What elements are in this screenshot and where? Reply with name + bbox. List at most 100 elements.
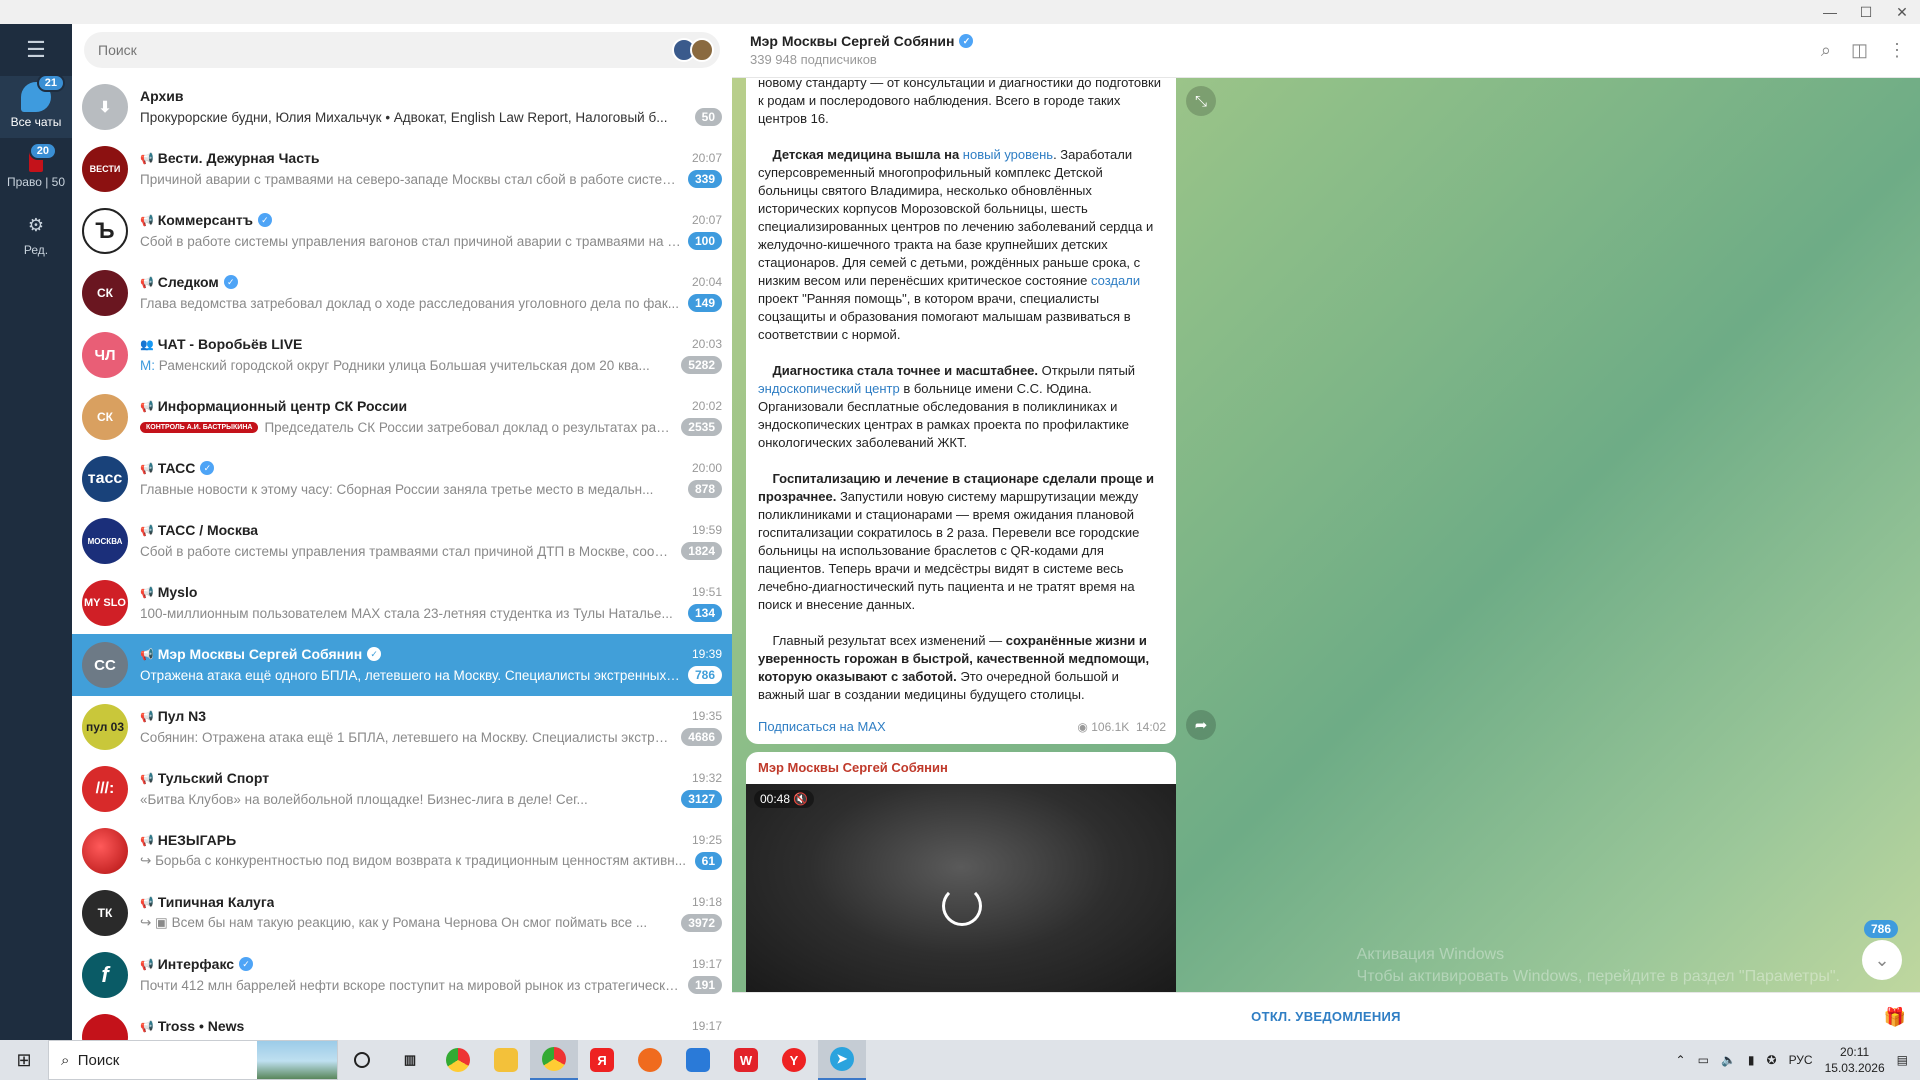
chat-name: ТАСС / Москва: [157, 522, 259, 538]
chat-avatar: СС: [82, 642, 128, 688]
folder-pravo[interactable]: 20 Право | 50: [0, 138, 72, 204]
forward-icon[interactable]: ➦: [1186, 710, 1216, 740]
video-post[interactable]: Мэр Москвы Сергей Собянин 00:48 🔇: [746, 752, 1176, 992]
chevron-up-icon[interactable]: ⌃: [1676, 1053, 1686, 1067]
battery-icon[interactable]: ▮: [1748, 1053, 1755, 1067]
post-paragraph: Диагностика стала точнее и масштабнее. О…: [758, 363, 1136, 450]
sidebar-toggle-icon[interactable]: ◫: [1851, 40, 1868, 61]
subscribe-link[interactable]: Подписаться на MAX: [758, 718, 886, 736]
chat-row[interactable]: пул 03 📢 Пул N3 19:35 Собянин: Отражена ат…: [72, 696, 732, 758]
norton-icon[interactable]: ✪: [1767, 1053, 1777, 1067]
chat-row-archive[interactable]: ⬇ Архив Прокурорские будни, Юлия Михальч…: [72, 76, 732, 138]
video-player[interactable]: 00:48 🔇: [746, 784, 1176, 992]
chat-row[interactable]: ЧЛ 👥 ЧАТ - Воробьёв LIVE 20:03 М: Раменски…: [72, 324, 732, 386]
chat-row[interactable]: ТК 📢 Типичная Калуга 19:18 ↪ ▣ Всем бы нам…: [72, 882, 732, 944]
telegram-icon[interactable]: ➤: [818, 1040, 866, 1080]
search-icon[interactable]: ⌕: [1821, 40, 1831, 61]
taskbar-search[interactable]: ⌕ Поиск: [48, 1040, 338, 1080]
chat-name: Вести. Дежурная Часть: [157, 150, 320, 166]
chat-panel: Мэр Москвы Сергей Собянин ✓ 339 948 подпи…: [732, 24, 1920, 1040]
folder-all-chats[interactable]: 21 Все чаты: [0, 74, 72, 138]
sliders-icon: ⚙: [27, 214, 45, 235]
search-highlight-image: [257, 1041, 337, 1079]
folder-edit[interactable]: ⚙ Ред.: [0, 204, 72, 258]
chat-time: 19:32: [691, 771, 722, 785]
collapse-icon[interactable]: ⤡: [1186, 86, 1216, 116]
chat-name: Мэр Москвы Сергей Собянин: [157, 646, 363, 662]
subscriber-count: 339 948 подписчиков: [750, 52, 877, 67]
clock[interactable]: 20:11 15.03.2026: [1825, 1044, 1885, 1076]
search-input[interactable]: [98, 42, 678, 58]
chat-row[interactable]: MY SLO 📢 Myslo 19:51 100-миллионным пользо…: [72, 572, 732, 634]
folder-label: Все чаты: [10, 115, 62, 129]
chat-row-selected[interactable]: СС 📢 Мэр Москвы Сергей Собянин ✓ 19:39 Отра…: [72, 634, 732, 696]
chat-avatar: ///:: [82, 766, 128, 812]
channel-icon: 📢: [140, 834, 154, 847]
chat-time: 20:04: [691, 275, 722, 289]
folder-label: Ред.: [23, 243, 49, 257]
close-button[interactable]: ✕: [1884, 0, 1920, 24]
mute-notifications-button[interactable]: ОТКЛ. УВЕДОМЛЕНИЯ: [1251, 1009, 1401, 1024]
chat-time: 19:39: [691, 647, 722, 661]
hamburger-menu-icon[interactable]: ☰: [0, 24, 72, 76]
minimize-button[interactable]: —: [1812, 0, 1848, 24]
cortana-icon[interactable]: [338, 1040, 386, 1080]
channel-icon: 📢: [140, 710, 154, 723]
story-avatar[interactable]: [690, 38, 714, 62]
chat-row[interactable]: 📢 НЕЗЫГАРЬ 19:25 ↪ Борьба с конкурентность…: [72, 820, 732, 882]
wps-icon[interactable]: W: [722, 1040, 770, 1080]
maximize-button[interactable]: ☐: [1848, 0, 1884, 24]
chat-time: 19:35: [691, 709, 722, 723]
explorer-icon[interactable]: [482, 1040, 530, 1080]
network-icon[interactable]: ▭: [1698, 1053, 1709, 1067]
chat-row[interactable]: тасс 📢 ТАСС ✓ 20:00 Главные новости к этому…: [72, 448, 732, 510]
chat-row[interactable]: МОСКВА 📢 ТАСС / Москва 19:59 Сбой в работе…: [72, 510, 732, 572]
chat-row[interactable]: СК 📢 Следком ✓ 20:04 Глава ведомства затреб…: [72, 262, 732, 324]
volume-icon[interactable]: 🔈: [1721, 1053, 1736, 1067]
chat-avatar: f: [82, 952, 128, 998]
yandex-browser-icon[interactable]: Y: [770, 1040, 818, 1080]
windows-start-icon[interactable]: ⊞: [0, 1040, 48, 1080]
verified-icon: ✓: [257, 213, 272, 227]
yandex-icon[interactable]: Я: [578, 1040, 626, 1080]
chat-preview: 100-миллионным пользователем MAX стала 2…: [140, 605, 673, 621]
chat-row[interactable]: 📢 Tross • News 19:17: [72, 1006, 732, 1040]
chrome-icon[interactable]: [434, 1040, 482, 1080]
loading-spinner-icon: [942, 886, 982, 926]
chat-name: Пул N3: [157, 708, 207, 724]
chat-name: Коммерсантъ: [157, 212, 253, 228]
unread-badge: 786: [687, 666, 722, 684]
views-icon: ◉: [1077, 720, 1088, 734]
notification-icon[interactable]: ▤: [1897, 1053, 1908, 1067]
chat-time: 19:17: [691, 957, 722, 971]
chat-avatar: ТК: [82, 890, 128, 936]
chrome-profile-icon[interactable]: [530, 1040, 578, 1080]
archive-icon: ⬇: [82, 84, 128, 130]
task-view-icon[interactable]: ▥: [386, 1040, 434, 1080]
firefox-icon[interactable]: [626, 1040, 674, 1080]
chat-avatar: [82, 828, 128, 874]
scroll-down-button[interactable]: ⌄: [1862, 940, 1902, 980]
post-link[interactable]: новый уровень: [963, 147, 1053, 162]
unread-badge: 3972: [681, 914, 722, 932]
chat-preview: М: Раменский городской округ Родники ули…: [140, 357, 650, 373]
store-icon[interactable]: [674, 1040, 722, 1080]
chat-row[interactable]: f 📢 Интерфакс ✓ 19:17 Почти 412 млн барреле…: [72, 944, 732, 1006]
channel-icon: 📢: [140, 772, 154, 785]
unread-badge: 149: [687, 294, 722, 312]
language-indicator[interactable]: РУС: [1789, 1053, 1813, 1067]
chat-row[interactable]: Ъ 📢 Коммерсантъ ✓ 20:07 Сбой в работе систе…: [72, 200, 732, 262]
post-link[interactable]: создали: [1091, 273, 1140, 288]
more-icon[interactable]: ⋮: [1888, 40, 1906, 61]
post-link[interactable]: эндоскопический центр: [758, 381, 900, 396]
chat-preview: «Битва Клубов» на волейбольной площадке!…: [140, 791, 588, 807]
bottom-bar: ОТКЛ. УВЕДОМЛЕНИЯ 🎁: [732, 992, 1920, 1040]
chat-name: Архив: [140, 88, 184, 104]
chat-row[interactable]: СК 📢 Информационный центр СК России 20:02 …: [72, 386, 732, 448]
chat-header[interactable]: Мэр Москвы Сергей Собянин ✓ 339 948 подпи…: [732, 24, 1920, 78]
chat-row[interactable]: ///: 📢 Тульский Спорт 19:32 «Битва Клубов»…: [72, 758, 732, 820]
chat-row[interactable]: ВЕСТИ 📢 Вести. Дежурная Часть 20:07 Причин…: [72, 138, 732, 200]
chat-avatar: пул 03: [82, 704, 128, 750]
chat-avatar: СК: [82, 394, 128, 440]
gift-icon[interactable]: 🎁: [1884, 1007, 1906, 1028]
